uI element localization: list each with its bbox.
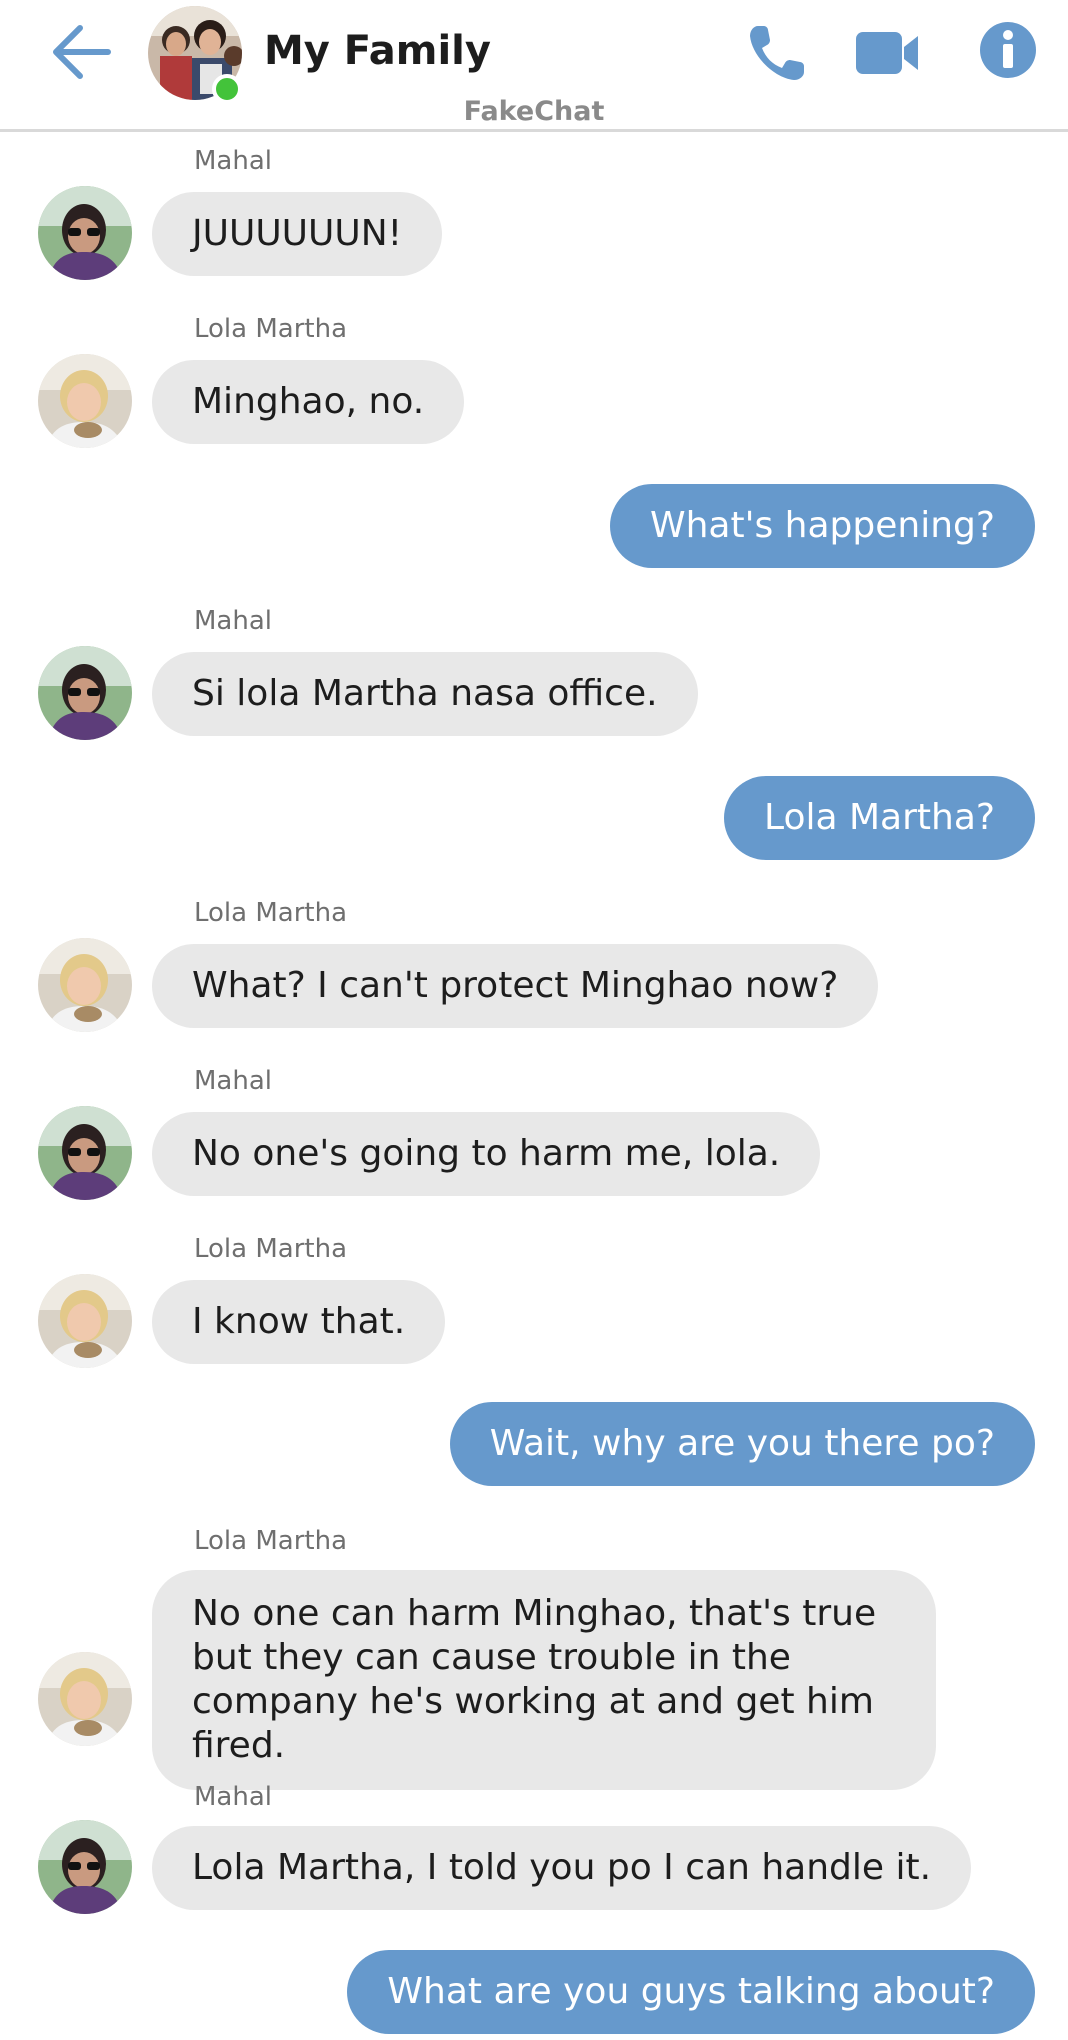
message-bubble-incoming[interactable]: I know that. (152, 1280, 446, 1364)
video-call-button[interactable] (852, 20, 918, 86)
info-button[interactable] (978, 20, 1044, 86)
phone-icon (750, 26, 804, 80)
arrow-left-icon (53, 25, 111, 79)
message-bubble-incoming[interactable]: No one can harm Minghao, that's true but… (152, 1570, 936, 1790)
avatar-lola-martha[interactable] (38, 938, 132, 1032)
video-camera-icon (856, 32, 918, 74)
message-bubble-outgoing[interactable]: What's happening? (609, 484, 1035, 568)
message-bubble-incoming[interactable]: What? I can't protect Minghao now? (152, 944, 879, 1028)
message-bubble-incoming[interactable]: Lola Martha, I told you po I can handle … (152, 1826, 972, 1910)
message-bubble-incoming[interactable]: Minghao, no. (152, 360, 465, 444)
avatar-lola-martha[interactable] (38, 354, 132, 448)
sender-name: Mahal (194, 1782, 272, 1812)
avatar-lola-martha[interactable] (38, 1274, 132, 1368)
call-button[interactable] (744, 20, 810, 86)
sender-name: Lola Martha (194, 898, 348, 928)
avatar-lola-martha[interactable] (38, 1652, 132, 1746)
avatar-mahal[interactable] (38, 186, 132, 280)
message-bubble-outgoing[interactable]: What are you guys talking about? (347, 1950, 1035, 2034)
back-button[interactable] (50, 22, 114, 82)
chat-title[interactable]: My Family (264, 28, 491, 74)
avatar-mahal[interactable] (38, 646, 132, 740)
message-bubble-incoming[interactable]: JUUUUUUN! (152, 192, 443, 276)
sender-name: Lola Martha (194, 314, 348, 344)
message-bubble-incoming[interactable]: No one's going to harm me, lola. (152, 1112, 821, 1196)
message-bubble-incoming[interactable]: Si lola Martha nasa office. (152, 652, 698, 736)
sender-name: Mahal (194, 606, 272, 636)
sender-name: Mahal (194, 146, 272, 176)
chat-header: My Family FakeChat (0, 0, 1068, 132)
avatar-mahal[interactable] (38, 1106, 132, 1200)
sender-name: Lola Martha (194, 1234, 348, 1264)
app-name: FakeChat (463, 96, 605, 127)
message-bubble-outgoing[interactable]: Lola Martha? (724, 776, 1035, 860)
info-icon (980, 22, 1036, 78)
sender-name: Mahal (194, 1066, 272, 1096)
avatar-mahal[interactable] (38, 1820, 132, 1914)
message-bubble-outgoing[interactable]: Wait, why are you there po? (449, 1402, 1035, 1486)
sender-name: Lola Martha (194, 1526, 348, 1556)
